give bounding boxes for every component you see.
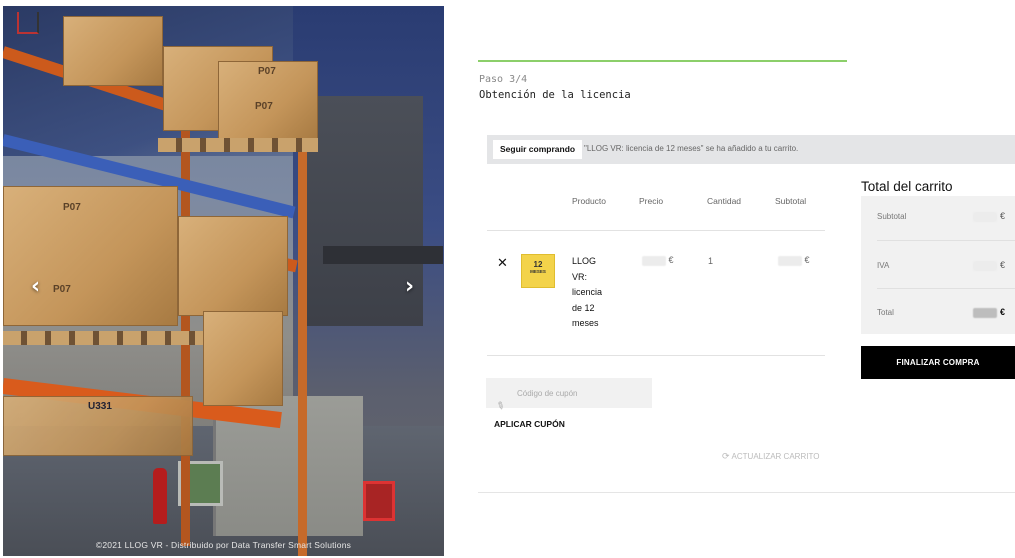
fire-extinguisher	[153, 468, 167, 524]
totals-total-label: Total	[877, 308, 894, 317]
totals-tax-label: IVA	[877, 261, 890, 270]
coupon-input[interactable]	[486, 378, 652, 408]
cart-notice: Seguir comprando "LLOG VR: licencia de 1…	[487, 135, 1015, 164]
cardboard-box	[63, 16, 163, 86]
rack-label: U331	[88, 401, 112, 412]
total-redacted	[973, 307, 998, 318]
subtotal-currency: €	[804, 255, 810, 265]
product-name-line: LLOG	[572, 256, 597, 266]
progress-bar	[478, 60, 847, 62]
price-currency: €	[668, 255, 674, 265]
logo-icon	[17, 12, 39, 34]
thumbnail-caption: MESES	[530, 269, 546, 274]
fire-cabinet	[363, 481, 395, 521]
cart-totals-title: Total del carrito	[861, 179, 953, 194]
box-label: P07	[258, 66, 276, 77]
product-thumbnail[interactable]: 12 MESES	[521, 254, 555, 288]
box-label: P07	[63, 202, 81, 213]
checkout-button[interactable]: FINALIZAR COMPRA	[861, 346, 1015, 379]
carousel-next-button[interactable]: ›	[405, 274, 414, 299]
pallet	[3, 331, 203, 345]
rack-upright	[181, 106, 190, 546]
price-redacted	[642, 255, 666, 266]
step-indicator: Paso 3/4	[479, 74, 528, 85]
thumbnail-number: 12	[533, 260, 543, 269]
cardboard-box	[203, 311, 283, 406]
update-cart-label: ACTUALIZAR CARRITO	[731, 452, 820, 461]
item-quantity[interactable]: 1	[708, 256, 713, 266]
cart-notice-message: "LLOG VR: licencia de 12 meses" se ha añ…	[584, 144, 799, 153]
item-subtotal: €	[778, 255, 810, 266]
refresh-icon: ⟳	[722, 451, 730, 461]
table-divider	[487, 230, 825, 231]
totals-subtotal-label: Subtotal	[877, 212, 907, 221]
table-divider	[487, 355, 825, 356]
totals-divider	[877, 240, 1015, 241]
item-price: €	[642, 255, 674, 266]
product-name-line: de 12	[572, 302, 595, 313]
box-label: P07	[53, 284, 71, 295]
hero-footer: ©2021 LLOG VR - Distribuido por Data Tra…	[95, 540, 352, 550]
totals-total-currency: €	[999, 307, 1005, 317]
step-title: Obtención de la licencia	[479, 89, 631, 101]
remove-item-icon[interactable]: ✕	[497, 255, 508, 271]
product-name-line: licencia	[572, 287, 603, 297]
product-name-link[interactable]: LLOG VR: licencia de 12 meses	[572, 254, 608, 332]
totals-subtotal-currency: €	[999, 211, 1005, 221]
subtotal-redacted	[778, 255, 802, 266]
section-divider	[478, 492, 1015, 493]
totals-tax-currency: €	[999, 260, 1005, 270]
continue-shopping-button[interactable]: Seguir comprando	[493, 140, 583, 159]
pallet	[158, 138, 318, 152]
totals-divider	[877, 288, 1015, 289]
hero-image: P07 P07 P07 P07 U331 ‹ › ©2021 LLOG VR -…	[3, 6, 444, 556]
totals-tax-value: €	[973, 260, 1005, 271]
subtotal-redacted	[973, 211, 998, 222]
box-label: P07	[255, 101, 273, 112]
totals-total-value: €	[973, 307, 1005, 318]
column-header-subtotal: Subtotal	[775, 196, 807, 206]
apply-coupon-button[interactable]: APLICAR CUPÓN	[494, 419, 565, 429]
column-header-product: Producto	[572, 196, 607, 206]
column-header-price: Precio	[639, 196, 664, 206]
cardboard-box	[178, 216, 288, 316]
product-name-line: meses	[572, 318, 599, 328]
product-name-line: VR:	[572, 271, 588, 282]
column-header-quantity: Cantidad	[707, 196, 742, 206]
update-cart-button[interactable]: ⟳ ACTUALIZAR CARRITO	[722, 451, 819, 462]
forklift-fork	[323, 246, 443, 264]
carousel-prev-button[interactable]: ‹	[31, 274, 40, 299]
tax-redacted	[973, 260, 998, 271]
cardboard-box	[3, 186, 178, 326]
rack-upright	[298, 126, 307, 556]
totals-subtotal-value: €	[973, 211, 1005, 222]
